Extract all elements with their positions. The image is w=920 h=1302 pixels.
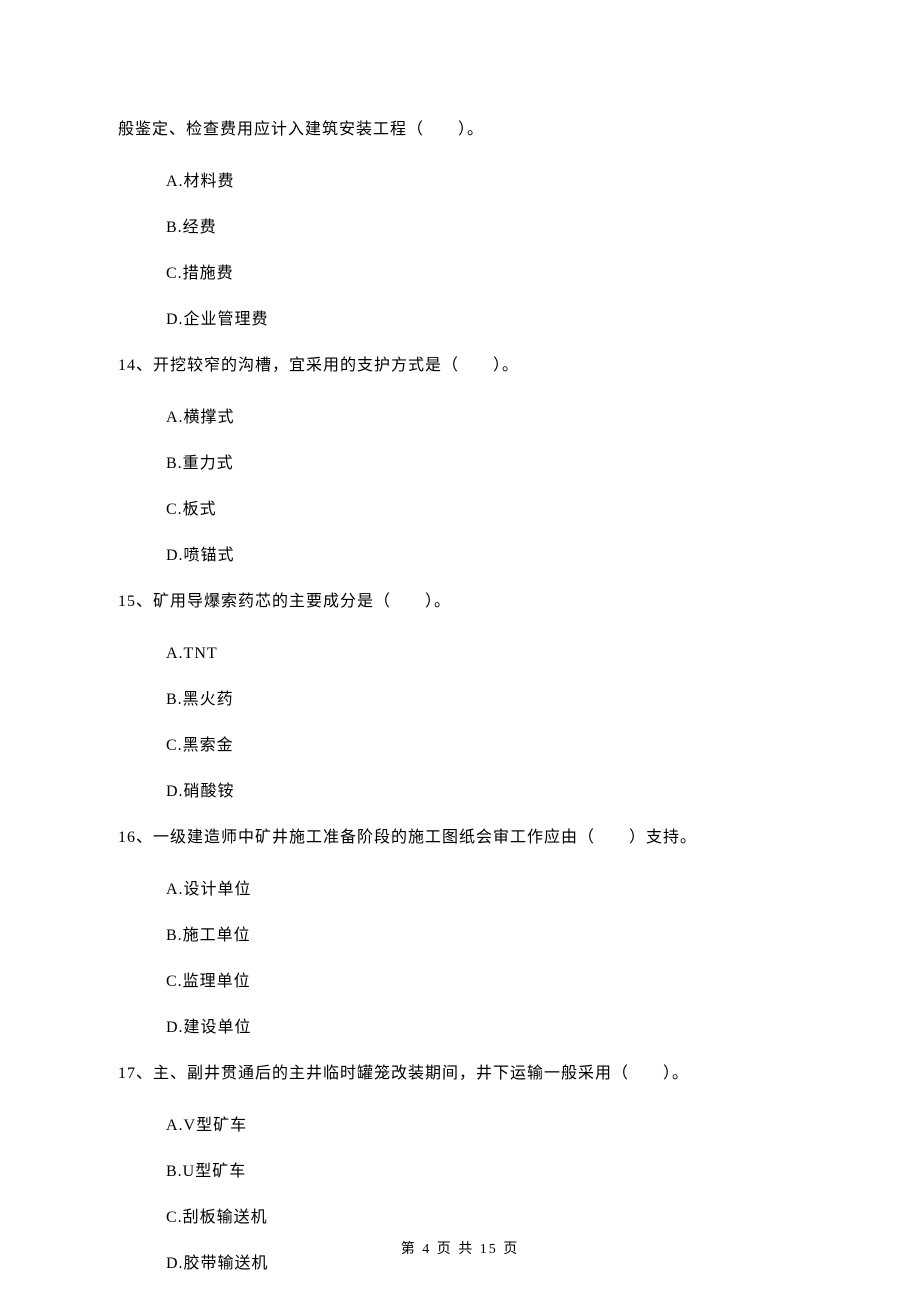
q16-option-c: C.监理单位	[118, 970, 802, 994]
q17-option-c: C.刮板输送机	[118, 1206, 802, 1230]
q17-option-a: A.V型矿车	[118, 1114, 802, 1138]
q16-option-a: A.设计单位	[118, 878, 802, 902]
question-17: 17、主、副井贯通后的主井临时罐笼改装期间，井下运输一般采用（ ）。	[118, 1062, 802, 1086]
page-content: 般鉴定、检查费用应计入建筑安装工程（ ）。 A.材料费 B.经费 C.措施费 D…	[0, 0, 920, 1276]
q15-option-c: C.黑索金	[118, 734, 802, 758]
q13-option-a: A.材料费	[118, 170, 802, 194]
q14-option-a: A.横撑式	[118, 406, 802, 430]
page-footer: 第 4 页 共 15 页	[0, 1239, 920, 1260]
q15-option-a: A.TNT	[118, 642, 802, 666]
q13-option-b: B.经费	[118, 216, 802, 240]
question-13-continuation: 般鉴定、检查费用应计入建筑安装工程（ ）。	[118, 118, 802, 142]
q14-option-c: C.板式	[118, 498, 802, 522]
q14-option-d: D.喷锚式	[118, 544, 802, 568]
question-15: 15、矿用导爆索药芯的主要成分是（ ）。	[118, 590, 802, 614]
question-14: 14、开挖较窄的沟槽，宜采用的支护方式是（ ）。	[118, 354, 802, 378]
q14-option-b: B.重力式	[118, 452, 802, 476]
q17-option-b: B.U型矿车	[118, 1160, 802, 1184]
q15-option-d: D.硝酸铵	[118, 780, 802, 804]
q16-option-b: B.施工单位	[118, 924, 802, 948]
q15-option-b: B.黑火药	[118, 688, 802, 712]
q13-option-d: D.企业管理费	[118, 308, 802, 332]
question-16: 16、一级建造师中矿井施工准备阶段的施工图纸会审工作应由（ ）支持。	[118, 826, 802, 850]
q13-option-c: C.措施费	[118, 262, 802, 286]
q16-option-d: D.建设单位	[118, 1016, 802, 1040]
